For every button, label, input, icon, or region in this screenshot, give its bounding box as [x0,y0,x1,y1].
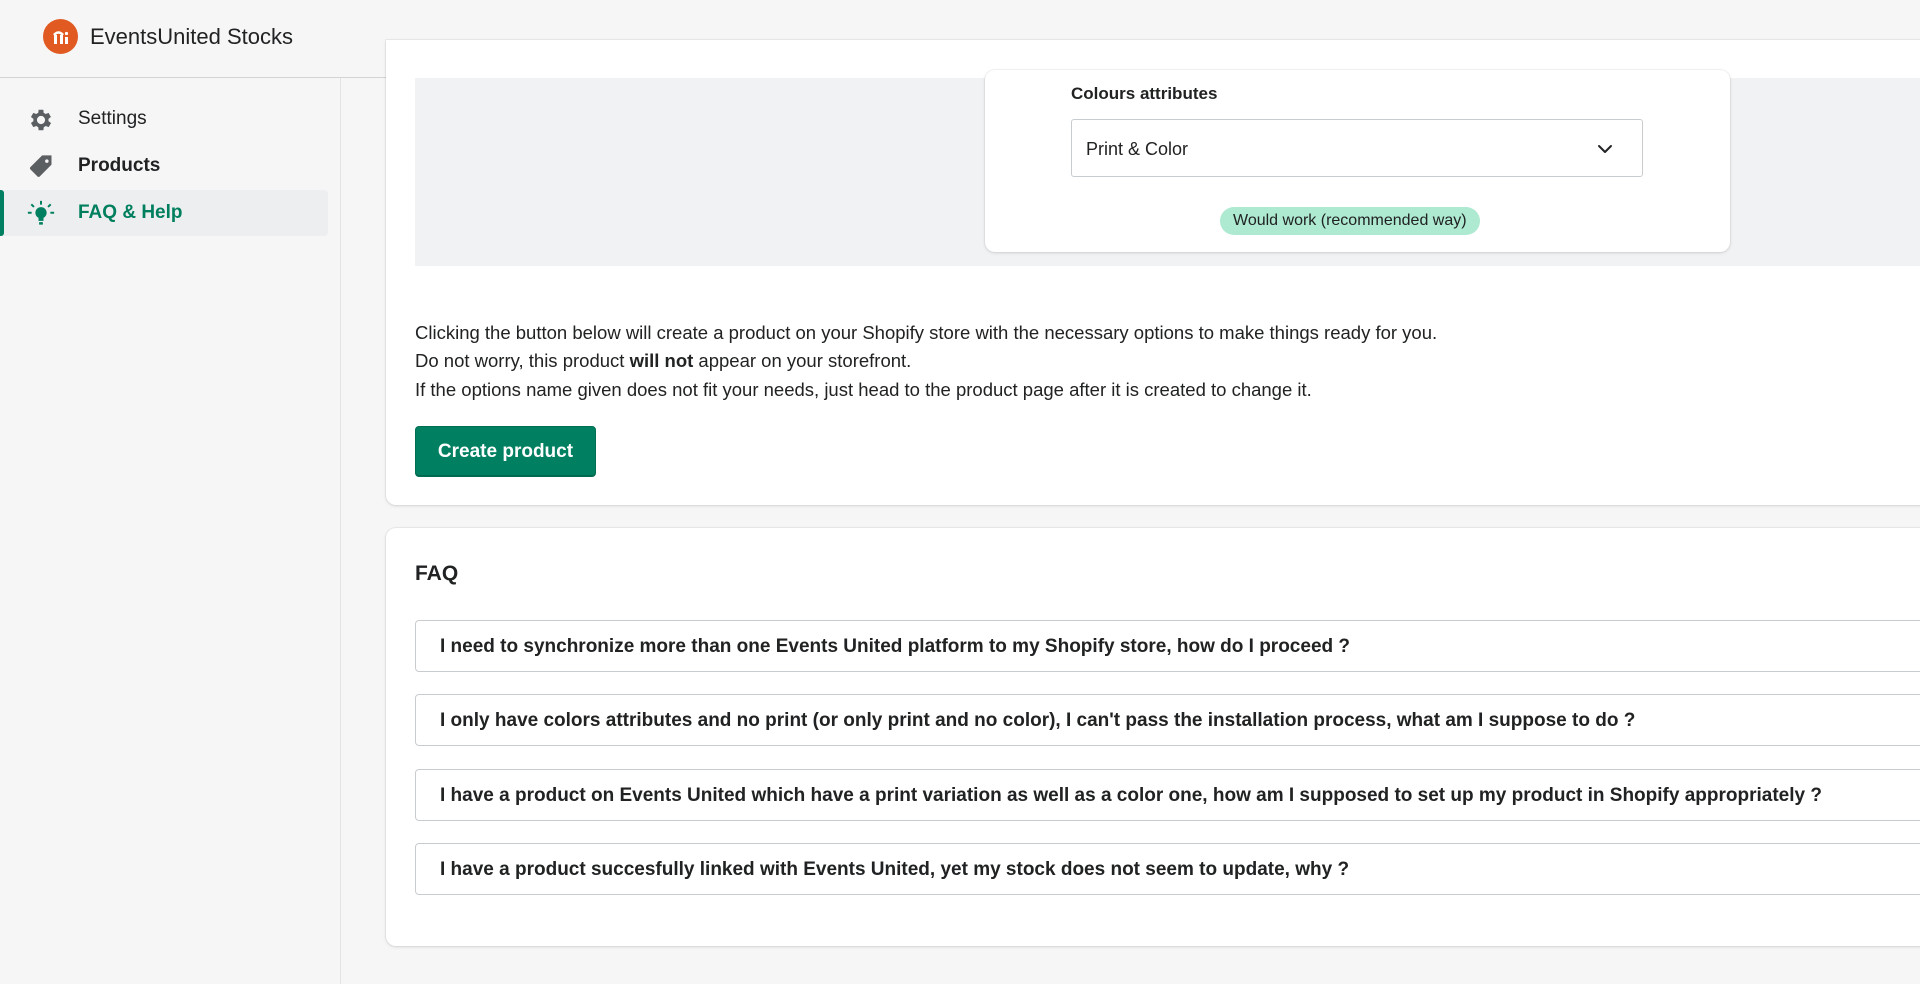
faq-question[interactable]: I have a product succesfully linked with… [415,843,1920,895]
sidebar: Settings Products FAQ & Help [0,78,341,984]
faq-question[interactable]: I only have colors attributes and no pri… [415,694,1920,746]
sidebar-item-faq-help[interactable]: FAQ & Help [0,190,328,236]
line2-text-end: appear on your storefront. [693,350,912,371]
faq-question-text: I have a product on Events United which … [440,785,1822,806]
colours-attributes-label: Colours attributes [1071,84,1218,103]
status-badge: Would work (recommended way) [1220,207,1480,235]
faq-question-text: I need to synchronize more than one Even… [440,636,1350,657]
sidebar-item-label: Products [78,155,161,176]
sidebar-item-settings[interactable]: Settings [0,96,328,142]
faq-question[interactable]: I have a product on Events United which … [415,769,1920,821]
create-info-line-1: Clicking the button below will create a … [415,322,1438,343]
select-value: Print & Color [1086,139,1189,159]
sidebar-item-products[interactable]: Products [0,143,328,189]
line2-bold-text: will not [629,350,694,371]
faq-question-text: I have a product succesfully linked with… [440,859,1350,880]
sidebar-item-label: Settings [78,108,147,129]
line2-text-start: Do not worry, this product [415,350,630,371]
sidebar-item-label: FAQ & Help [78,202,183,223]
create-product-button[interactable]: Create product [415,426,596,477]
faq-question[interactable]: I need to synchronize more than one Even… [415,620,1920,672]
faq-question-text: I only have colors attributes and no pri… [440,710,1636,731]
tag-icon [26,153,56,181]
faq-title: FAQ [415,562,459,585]
eventsunited-logo-icon[interactable] [43,19,78,54]
create-info-line-2: Do not worry, this product will not appe… [415,350,911,372]
create-info-line-3: If the options name given does not fit y… [415,379,1312,400]
chevron-down-icon [1596,140,1614,158]
lightbulb-icon [26,200,56,228]
gear-icon [26,106,56,134]
colours-attributes-select[interactable]: Print & Color [1071,119,1643,177]
app-title[interactable]: EventsUnited Stocks [90,24,293,50]
